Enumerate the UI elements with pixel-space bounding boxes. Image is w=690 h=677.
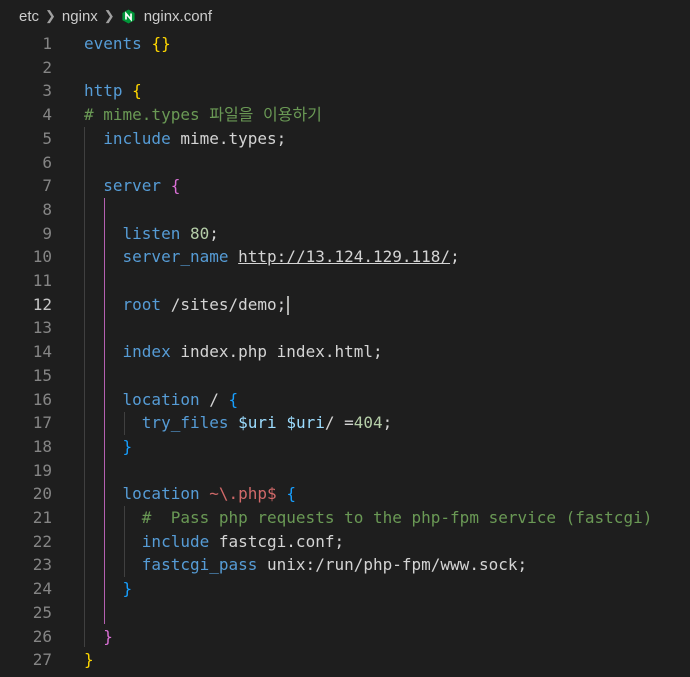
code-line[interactable]: 9 listen 80; <box>0 222 690 246</box>
code-line[interactable]: 6 <box>0 151 690 175</box>
code-line[interactable]: 10 server_name http://13.124.129.118/; <box>0 245 690 269</box>
line-number: 5 <box>42 128 52 148</box>
code-line[interactable]: 19 <box>0 459 690 483</box>
line-code[interactable]: } <box>84 625 113 649</box>
breadcrumb: etc ❯ nginx ❯ nginx.conf <box>0 0 690 32</box>
code-line[interactable]: 24 } <box>0 577 690 601</box>
line-number: 24 <box>32 579 52 599</box>
line-code[interactable]: } <box>84 435 133 459</box>
line-number: 4 <box>42 105 52 125</box>
line-number: 9 <box>42 223 52 243</box>
code-line[interactable]: 17 try_files $uri $uri/ =404; <box>0 411 690 435</box>
line-code[interactable]: } <box>84 648 94 672</box>
line-number: 10 <box>32 247 52 267</box>
chevron-right-icon: ❯ <box>103 8 115 23</box>
code-line[interactable]: 22 include fastcgi.conf; <box>0 530 690 554</box>
line-code[interactable]: try_files $uri $uri/ =404; <box>84 411 393 435</box>
line-number: 21 <box>32 508 52 527</box>
code-line[interactable]: 3 http { <box>0 79 690 103</box>
line-code[interactable]: # Pass php requests to the php-fpm servi… <box>84 506 653 530</box>
code-line[interactable]: 16 location / { <box>0 388 690 412</box>
line-code[interactable]: } <box>84 577 133 601</box>
code-line[interactable]: 8 <box>0 198 690 222</box>
chevron-right-icon: ❯ <box>45 8 56 23</box>
line-code[interactable]: server_name http://13.124.129.118/; <box>84 245 460 269</box>
code-line[interactable]: 12 root /sites/demo; <box>0 293 690 317</box>
code-line[interactable]: 7 server { <box>0 174 690 198</box>
code-line[interactable]: 25 <box>0 601 690 625</box>
line-number: 26 <box>32 626 52 646</box>
line-number: 18 <box>32 436 52 456</box>
line-number: 8 <box>42 199 52 219</box>
code-line[interactable]: 23 fastcgi_pass unix:/run/php-fpm/www.so… <box>0 553 690 577</box>
line-code[interactable]: events {} <box>84 32 171 56</box>
code-editor[interactable]: 1 events {} 2 3 http {4 # mime.types 파일을 이용하기… <box>0 32 690 677</box>
code-line[interactable]: 18 } <box>0 435 690 459</box>
line-code[interactable]: listen 80; <box>84 222 219 246</box>
line-code[interactable]: index index.php index.html; <box>84 340 383 364</box>
line-code[interactable]: include mime.types; <box>84 127 286 151</box>
line-number: 25 <box>32 602 52 622</box>
line-number: 11 <box>32 271 52 290</box>
code-line[interactable]: 4 # mime.types 파일을 이용하기 <box>0 103 690 127</box>
code-line[interactable]: 21 # Pass php requests to the php-fpm se… <box>0 506 690 530</box>
code-line[interactable]: 2 <box>0 56 690 80</box>
line-number: 12 <box>32 294 52 314</box>
line-code[interactable]: # mime.types 파일을 이용하기 <box>84 103 322 127</box>
line-number: 6 <box>42 152 52 172</box>
nginx-icon <box>122 8 135 24</box>
breadcrumb-etc[interactable]: etc <box>19 8 39 25</box>
line-number: 13 <box>32 318 52 338</box>
line-code[interactable]: server { <box>84 174 180 198</box>
line-number: 16 <box>32 389 52 409</box>
code-line[interactable]: 26 } <box>0 625 690 649</box>
code-line[interactable]: 15 <box>0 364 690 388</box>
line-number: 15 <box>32 365 52 385</box>
line-code[interactable]: http { <box>84 79 142 103</box>
line-code[interactable]: location / { <box>84 388 239 412</box>
line-code[interactable]: root /sites/demo; <box>84 293 290 317</box>
code-line[interactable]: 27} <box>0 648 690 672</box>
code-line[interactable]: 11 <box>0 269 690 293</box>
line-number: 23 <box>32 555 52 575</box>
line-number: 3 <box>42 81 52 101</box>
code-line[interactable]: 1 events {} <box>0 32 690 56</box>
code-line[interactable]: 5 include mime.types; <box>0 127 690 151</box>
line-number: 22 <box>32 531 52 551</box>
line-number: 1 <box>42 34 52 53</box>
breadcrumb-nginx[interactable]: nginx <box>62 8 98 25</box>
code-line[interactable]: 13 <box>0 316 690 340</box>
line-number: 2 <box>42 57 52 77</box>
line-code[interactable]: fastcgi_pass unix:/run/php-fpm/www.sock; <box>84 553 527 577</box>
line-number: 14 <box>32 342 52 362</box>
line-code[interactable]: location ~\.php$ { <box>84 482 296 506</box>
code-line[interactable]: 20 location ~\.php$ { <box>0 482 690 506</box>
line-number: 19 <box>32 460 52 480</box>
line-number: 27 <box>32 650 52 670</box>
line-number: 7 <box>42 176 52 196</box>
code-line[interactable]: 14 index index.php index.html; <box>0 340 690 364</box>
text-cursor <box>287 295 290 315</box>
line-number: 20 <box>32 484 52 504</box>
line-number: 17 <box>32 413 52 433</box>
line-code[interactable]: include fastcgi.conf; <box>84 530 344 554</box>
breadcrumb-file[interactable]: nginx.conf <box>144 8 212 25</box>
